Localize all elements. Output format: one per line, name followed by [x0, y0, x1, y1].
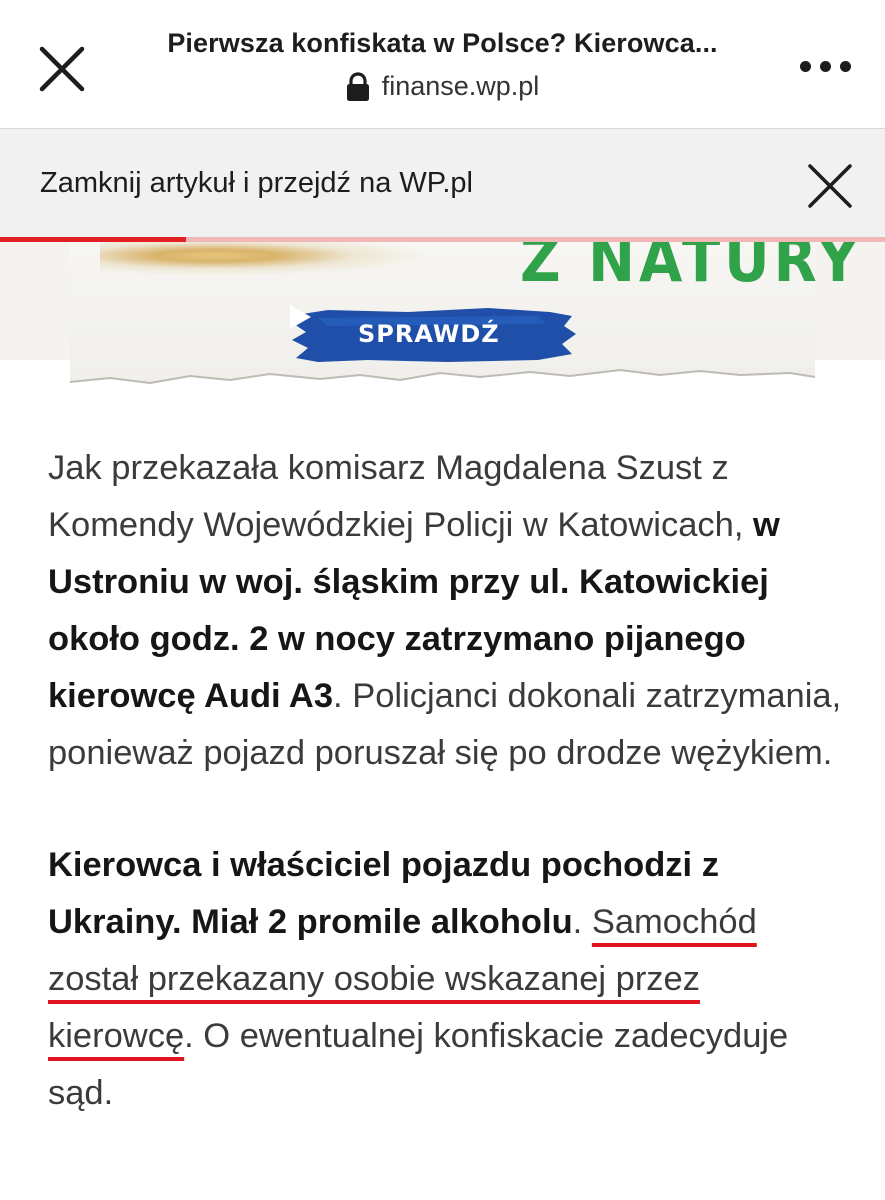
- ad-cta-button[interactable]: SPRAWDŹ: [288, 304, 578, 366]
- ad-food-image: [100, 242, 430, 276]
- close-icon: [39, 46, 85, 92]
- url-line: finanse.wp.pl: [100, 71, 785, 102]
- article-text: Jak przekazała komisarz Magdalena Szust …: [48, 449, 753, 544]
- close-article-button[interactable]: [805, 161, 855, 211]
- close-article-bar[interactable]: Zamknij artykuł i przejdź na WP.pl: [0, 129, 885, 240]
- advertisement-banner[interactable]: Z NATURY SPRAWDŹ: [0, 242, 885, 400]
- ad-brand-text: Z NATURY: [520, 242, 863, 297]
- article-paragraph: Jak przekazała komisarz Magdalena Szust …: [48, 440, 848, 782]
- page-header: Pierwsza konfiskata w Polsce? Kierowca..…: [100, 28, 785, 102]
- browser-toolbar: Pierwsza konfiskata w Polsce? Kierowca..…: [0, 0, 885, 129]
- dot-icon: [819, 60, 831, 72]
- article-body: Jak przekazała komisarz Magdalena Szust …: [48, 440, 848, 1122]
- ad-cta-label[interactable]: SPRAWDŹ: [358, 320, 500, 348]
- dot-icon: [839, 60, 851, 72]
- close-icon: [808, 164, 852, 208]
- torn-paper-edge: [0, 360, 885, 400]
- more-vert-dots-icon: [799, 60, 811, 72]
- page-title: Pierwsza konfiskata w Polsce? Kierowca..…: [167, 28, 718, 58]
- lock-icon: [346, 71, 370, 102]
- domain-text: finanse.wp.pl: [381, 71, 540, 101]
- close-browser-button[interactable]: [36, 43, 88, 95]
- play-arrow-icon: [290, 305, 311, 329]
- article-paragraph: Kierowca i właściciel pojazdu pochodzi z…: [48, 837, 848, 1122]
- more-options-button[interactable]: [795, 54, 855, 78]
- article-text: .: [572, 903, 592, 941]
- close-article-label[interactable]: Zamknij artykuł i przejdź na WP.pl: [40, 167, 473, 200]
